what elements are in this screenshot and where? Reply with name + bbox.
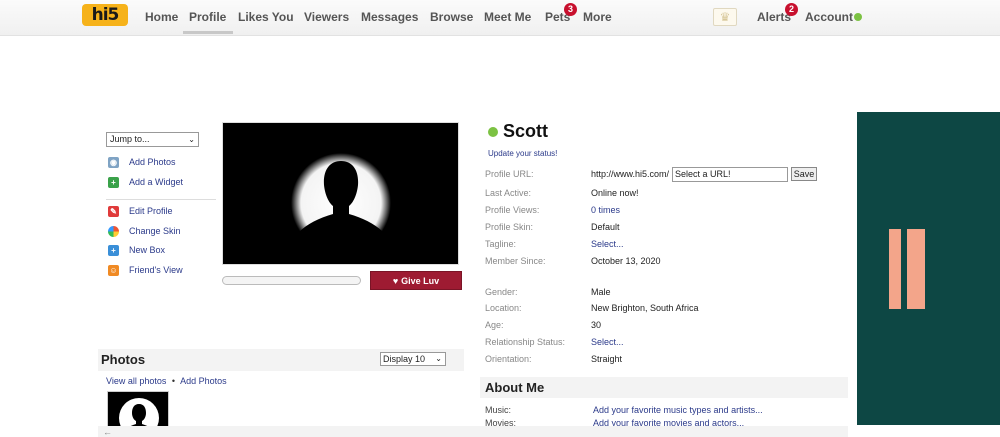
gender-value: Male [591, 287, 611, 297]
profile-url-prefix: http://www.hi5.com/ [591, 169, 670, 179]
pencil-icon: ✎ [108, 205, 119, 217]
sidebar-friends-view[interactable]: ☺ Friend's View [108, 263, 183, 277]
tagline-label: Tagline: [485, 239, 517, 249]
online-status-icon [854, 13, 862, 21]
view-all-photos-link[interactable]: View all photos [106, 376, 166, 386]
chevron-down-icon: ⌄ [188, 135, 195, 144]
tagline-select-link[interactable]: Select... [591, 239, 624, 249]
music-label: Music: [485, 405, 512, 415]
member-since-value: October 13, 2020 [591, 256, 661, 266]
new-box-icon: + [108, 244, 119, 256]
profile-url-label: Profile URL: [485, 169, 534, 179]
friends-view-icon: ☺ [108, 264, 119, 276]
give-luv-button[interactable]: ♥ Give Luv [370, 271, 462, 290]
sidebar-add-widget[interactable]: + Add a Widget [108, 175, 183, 189]
heart-icon: ♥ [392, 275, 399, 286]
online-status-icon [488, 126, 498, 137]
hi5-logo[interactable]: hi5 [82, 4, 128, 26]
ad-graphic-bar [907, 229, 925, 309]
about-me-title: About Me [485, 380, 545, 395]
jump-to-select[interactable]: Jump to... ⌄ [106, 132, 199, 147]
relationship-status-select-link[interactable]: Select... [591, 337, 624, 347]
active-tab-indicator [183, 31, 233, 34]
age-label: Age: [485, 320, 504, 330]
location-label: Location: [485, 303, 522, 313]
age-value: 30 [591, 320, 602, 330]
alerts-badge: 2 [785, 3, 798, 16]
luv-progress-bar [222, 276, 361, 285]
crown-icon[interactable]: ♛ [713, 8, 737, 26]
relationship-status-label: Relationship Status: [485, 337, 566, 347]
profile-name-row: Scott [488, 121, 548, 142]
last-active-label: Last Active: [485, 188, 532, 198]
profile-views-label: Profile Views: [485, 205, 540, 215]
pets-badge: 3 [564, 3, 577, 16]
location-value: New Brighton, South Africa [591, 303, 699, 313]
chevron-down-icon: ⌄ [435, 354, 442, 363]
photo-thumbnail[interactable] [107, 391, 169, 431]
nav-messages[interactable]: Messages [361, 10, 418, 24]
profile-url-input[interactable]: Select a URL! [672, 167, 788, 182]
photos-title: Photos [101, 352, 146, 367]
profile-skin-label: Profile Skin: [485, 222, 534, 232]
save-url-button[interactable]: Save [791, 167, 817, 181]
update-status-link[interactable]: Update your status! [488, 149, 557, 158]
orientation-value: Straight [591, 354, 623, 364]
advertisement-panel[interactable] [857, 112, 1000, 425]
member-since-label: Member Since: [485, 256, 546, 266]
nav-profile[interactable]: Profile [189, 10, 226, 24]
sidebar-add-photos[interactable]: ◉ Add Photos [108, 155, 176, 169]
profile-photo[interactable] [222, 122, 459, 265]
palette-icon [108, 225, 119, 237]
add-photos-link[interactable]: Add Photos [180, 376, 227, 386]
silhouette-image [223, 123, 458, 264]
last-active-value: Online now! [591, 188, 639, 198]
sidebar-edit-profile[interactable]: ✎ Edit Profile [108, 204, 173, 218]
scroll-left-arrow-icon[interactable]: ← [103, 427, 112, 437]
sidebar-change-skin[interactable]: Change Skin [108, 224, 181, 238]
horizontal-scrollbar[interactable] [98, 426, 848, 437]
music-link[interactable]: Add your favorite music types and artist… [593, 405, 763, 415]
profile-views-value[interactable]: 0 times [591, 205, 620, 215]
widget-icon: + [108, 176, 119, 188]
profile-name: Scott [503, 121, 548, 141]
nav-account[interactable]: Account [805, 10, 853, 24]
nav-viewers[interactable]: Viewers [304, 10, 349, 24]
ad-graphic-bar [889, 229, 901, 309]
nav-meet-me[interactable]: Meet Me [484, 10, 531, 24]
profile-skin-value: Default [591, 222, 620, 232]
sidebar-new-box[interactable]: + New Box [108, 243, 165, 257]
photos-links: View all photos • Add Photos [106, 376, 227, 386]
display-count-select[interactable]: Display 10 ⌄ [380, 352, 446, 366]
nav-more[interactable]: More [583, 10, 612, 24]
sidebar-divider [106, 199, 216, 200]
separator-dot: • [171, 376, 176, 386]
orientation-label: Orientation: [485, 354, 532, 364]
nav-browse[interactable]: Browse [430, 10, 473, 24]
gender-label: Gender: [485, 287, 518, 297]
top-nav-bar: hi5 Home Profile Likes You Viewers Messa… [0, 0, 1000, 36]
camera-icon: ◉ [108, 156, 119, 168]
nav-home[interactable]: Home [145, 10, 178, 24]
nav-likes-you[interactable]: Likes You [238, 10, 294, 24]
